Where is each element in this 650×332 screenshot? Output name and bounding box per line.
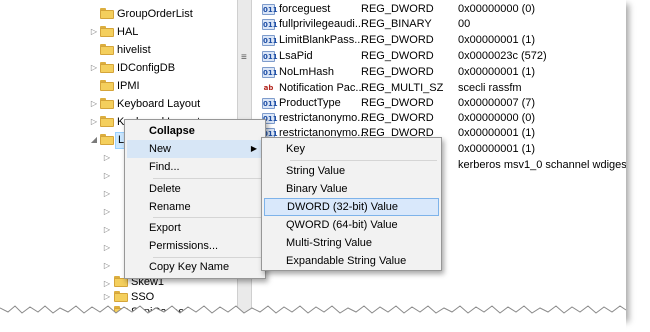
menu-item-collapse[interactable]: Collapse	[127, 122, 263, 140]
binary-value-icon: 011	[262, 19, 278, 30]
folder-icon	[100, 80, 114, 91]
value-data: 0x00000001 (1)	[458, 34, 536, 46]
folder-icon	[100, 26, 114, 37]
expand-arrow-icon[interactable]: ▷	[103, 149, 111, 167]
binary-value-icon: 011	[262, 98, 278, 109]
value-data: 00	[458, 18, 471, 30]
value-data: scecli rassfm	[458, 82, 522, 94]
value-data: 0x00000000 (0)	[458, 3, 536, 15]
folder-icon	[100, 98, 114, 109]
folder-icon	[100, 44, 114, 55]
expand-arrow-icon[interactable]: ▷	[90, 59, 98, 77]
menu-item-expandable-string-value[interactable]: Expandable String Value	[264, 252, 439, 270]
value-data: 0x00000001 (1)	[458, 66, 536, 78]
value-name: Notification Pac...	[279, 82, 365, 94]
binary-value-icon: 011	[262, 35, 278, 46]
expand-arrow-icon[interactable]: ▷	[90, 23, 98, 41]
menu-item-dword-value[interactable]: DWORD (32-bit) Value	[264, 198, 439, 216]
child-expander[interactable]: ▷	[103, 239, 113, 257]
value-data: 0x00000007 (7)	[458, 97, 536, 109]
expand-arrow-icon[interactable]: ▷	[103, 257, 111, 275]
child-expander[interactable]: ▷	[103, 185, 113, 203]
value-data: 0x0000023c (572)	[458, 50, 547, 62]
expand-arrow-icon[interactable]: ▷	[103, 203, 111, 221]
menu-item-new-key[interactable]: Key	[264, 140, 439, 158]
collapse-arrow-icon[interactable]: ◢	[90, 131, 98, 149]
menu-separator	[153, 178, 261, 179]
child-expander[interactable]: ▷	[103, 257, 113, 275]
torn-edge-decoration	[0, 305, 627, 332]
expand-arrow-icon[interactable]: ▷	[103, 221, 111, 239]
splitter-grip-icon[interactable]: ≡	[241, 52, 247, 63]
tree-item-label: IPMI	[117, 80, 140, 92]
key-context-menu: Collapse New ▶ Find... Delete Rename Exp…	[124, 119, 266, 279]
value-name: NoLmHash	[279, 66, 335, 78]
value-name: forceguest	[279, 3, 331, 15]
value-name: LimitBlankPass...	[279, 34, 364, 46]
child-expander[interactable]: ▷	[103, 149, 113, 167]
binary-value-icon: 011	[262, 67, 278, 78]
child-expander[interactable]: ▷	[103, 221, 113, 239]
value-name: restrictanonymo...	[279, 112, 367, 124]
value-type: REG_DWORD	[361, 112, 434, 124]
tree-item-label: hivelist	[117, 44, 151, 56]
menu-item-delete[interactable]: Delete	[127, 180, 263, 198]
folder-open-icon	[100, 134, 114, 145]
expand-arrow-icon[interactable]: ▷	[90, 95, 98, 113]
menu-item-multi-string-value[interactable]: Multi-String Value	[264, 234, 439, 252]
submenu-arrow-icon: ▶	[250, 144, 257, 153]
value-data: 0x00000000 (0)	[458, 112, 536, 124]
tree-item-label: GroupOrderList	[117, 8, 193, 20]
child-expander[interactable]: ▷	[103, 203, 113, 221]
value-type: REG_DWORD	[361, 97, 434, 109]
menu-item-permissions[interactable]: Permissions...	[127, 237, 263, 255]
menu-item-qword-value[interactable]: QWORD (64-bit) Value	[264, 216, 439, 234]
expand-arrow-icon[interactable]: ▷	[103, 239, 111, 257]
menu-item-new[interactable]: New ▶	[127, 140, 263, 158]
tree-item-label: IDConfigDB	[117, 62, 176, 74]
menu-item-find[interactable]: Find...	[127, 158, 263, 176]
expand-arrow-icon[interactable]: ▷	[103, 185, 111, 203]
menu-item-export[interactable]: Export	[127, 219, 263, 237]
value-data: kerberos msv1_0 schannel wdigest tspkg	[458, 159, 626, 171]
string-value-icon: ab	[262, 83, 275, 94]
folder-icon	[100, 116, 114, 127]
value-name: ProductType	[279, 97, 341, 109]
tree-item-label: HAL	[117, 26, 139, 38]
menu-item-rename[interactable]: Rename	[127, 198, 263, 216]
value-type: REG_DWORD	[361, 66, 434, 78]
folder-icon	[100, 8, 114, 19]
menu-item-copy-key-name[interactable]: Copy Key Name	[127, 258, 263, 276]
child-expander[interactable]: ▷	[103, 167, 113, 185]
value-type: REG_DWORD	[361, 34, 434, 46]
value-type: REG_DWORD	[361, 50, 434, 62]
menu-item-label: New	[149, 143, 172, 155]
value-data: 0x00000001 (1)	[458, 143, 536, 155]
menu-item-binary-value[interactable]: Binary Value	[264, 180, 439, 198]
value-type: REG_DWORD	[361, 3, 434, 15]
tree-item-label: Keyboard Layout	[117, 98, 201, 110]
value-type: REG_MULTI_SZ	[361, 82, 444, 94]
menu-separator	[153, 217, 261, 218]
registry-editor-window: GroupOrderList ▷ HAL hivelist ▷ IDConfig…	[0, 0, 626, 318]
value-type: REG_BINARY	[361, 18, 432, 30]
value-data: 0x00000001 (1)	[458, 127, 536, 139]
expand-arrow-icon[interactable]: ▷	[90, 113, 98, 131]
value-name: LsaPid	[279, 50, 313, 62]
value-name: fullprivilegeaudi...	[279, 18, 364, 30]
menu-item-string-value[interactable]: String Value	[264, 162, 439, 180]
folder-icon	[100, 62, 114, 73]
binary-value-icon: 011	[262, 51, 278, 62]
binary-value-icon: 011	[262, 4, 278, 15]
new-submenu: Key String Value Binary Value DWORD (32-…	[261, 137, 442, 271]
expand-arrow-icon[interactable]: ▷	[103, 167, 111, 185]
menu-separator	[290, 160, 437, 161]
